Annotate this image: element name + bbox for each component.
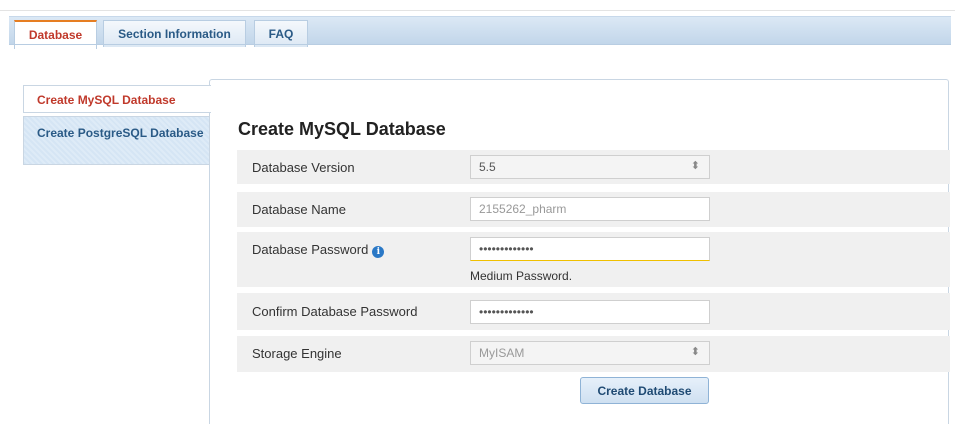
tab-faq[interactable]: FAQ bbox=[254, 20, 308, 47]
row-database-password: Database Password i ••••••••••••• Medium … bbox=[237, 232, 950, 287]
storage-engine-label: Storage Engine bbox=[252, 346, 342, 361]
tab-section-information[interactable]: Section Information bbox=[103, 20, 246, 47]
row-confirm-password: Confirm Database Password ••••••••••••• bbox=[237, 293, 950, 330]
password-strength-text: Medium Password. bbox=[470, 269, 573, 283]
storage-engine-select[interactable]: MyISAM ⬍ bbox=[470, 341, 710, 365]
database-password-value: ••••••••••••• bbox=[479, 242, 534, 256]
row-database-name: Database Name 2155262_pharm bbox=[237, 192, 950, 227]
database-name-label: Database Name bbox=[252, 202, 346, 217]
form-title: Create MySQL Database bbox=[238, 119, 446, 139]
select-arrows-icon: ⬍ bbox=[690, 346, 700, 358]
database-name-value: 2155262_pharm bbox=[479, 202, 567, 216]
sidebar-item-create-mysql[interactable]: Create MySQL Database bbox=[23, 85, 211, 113]
database-password-label: Database Password bbox=[252, 242, 369, 257]
tab-bar-border bbox=[9, 44, 951, 45]
database-version-select[interactable]: 5.5 ⬍ bbox=[470, 155, 710, 179]
confirm-password-label: Confirm Database Password bbox=[252, 304, 418, 319]
database-name-input[interactable]: 2155262_pharm bbox=[470, 197, 710, 221]
row-storage-engine: Storage Engine MyISAM ⬍ bbox=[237, 336, 950, 372]
tab-bar: Database Section Information FAQ bbox=[9, 16, 951, 49]
info-icon[interactable]: i bbox=[372, 246, 385, 258]
sidebar-item-create-postgresql[interactable]: Create PostgreSQL Database bbox=[23, 116, 210, 165]
create-database-button[interactable]: Create Database bbox=[580, 377, 709, 404]
database-version-value: 5.5 bbox=[479, 160, 496, 174]
sidebar: Create MySQL Database Create PostgreSQL … bbox=[23, 85, 211, 165]
select-arrows-icon: ⬍ bbox=[690, 160, 700, 172]
database-password-label-wrap: Database Password i bbox=[252, 242, 385, 258]
storage-engine-value: MyISAM bbox=[479, 346, 525, 360]
database-password-input[interactable]: ••••••••••••• bbox=[470, 237, 710, 261]
row-database-version: Database Version 5.5 ⬍ bbox=[237, 150, 950, 184]
database-version-label: Database Version bbox=[252, 160, 355, 175]
confirm-password-input[interactable]: ••••••••••••• bbox=[470, 300, 710, 324]
confirm-password-value: ••••••••••••• bbox=[479, 305, 534, 319]
top-divider bbox=[0, 10, 955, 11]
